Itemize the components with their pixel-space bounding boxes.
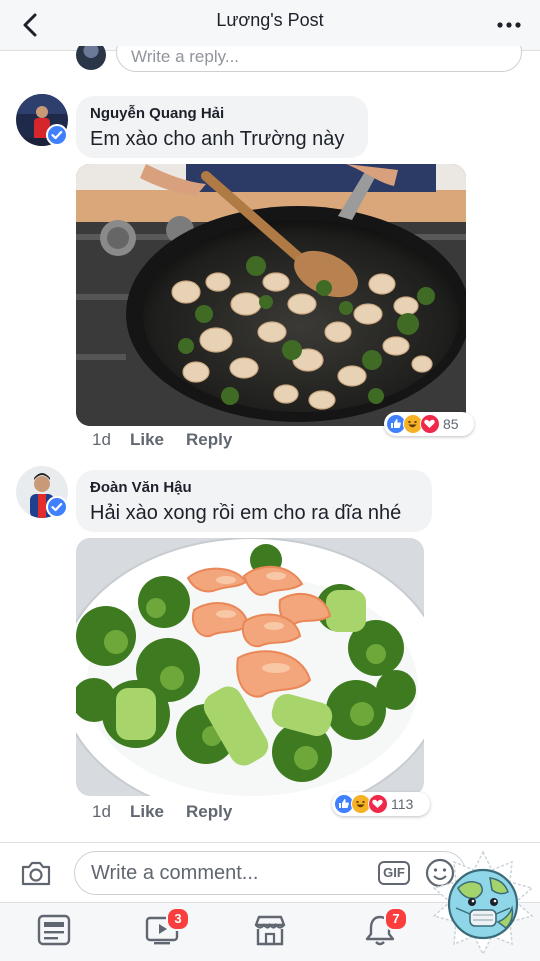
reactions-summary[interactable]: 85 [384,412,474,436]
comment-text: Hải xào xong rồi em cho ra dĩa nhé [90,502,402,524]
reactions-summary[interactable]: 113 [332,792,430,816]
marketplace-icon [254,915,286,946]
comment-photo-shrimp-broccoli[interactable] [76,538,424,796]
gif-button[interactable]: GIF [378,861,410,885]
like-button[interactable]: Like [130,430,164,450]
comment-text: Em xào cho anh Trường này [90,128,345,150]
earth-mask-sticker-icon [432,850,534,956]
tab-notifications[interactable]: 7 [362,907,408,951]
comment-photo-shrimp-pan[interactable] [76,164,466,426]
verified-badge-icon [46,496,68,518]
like-button[interactable]: Like [130,802,164,822]
more-options-icon[interactable] [496,14,522,36]
news-feed-icon [37,914,71,946]
verified-badge-icon [46,124,68,146]
current-user-avatar [76,46,106,70]
top-bar: Lương's Post [0,0,540,51]
comment-bubble: Đoàn Văn Hậu Hải xào xong rồi em cho ra … [76,470,432,532]
watch-badge: 3 [166,907,190,931]
comment-age: 1d [92,430,111,449]
reply-button[interactable]: Reply [186,802,232,822]
comment-bubble: Nguyễn Quang Hải Em xào cho anh Trường n… [76,96,368,158]
reaction-count: 113 [391,796,414,812]
comment-author[interactable]: Nguyễn Quang Hải [90,104,354,124]
comment-author[interactable]: Đoàn Văn Hậu [90,478,418,498]
tab-watch[interactable]: 3 [144,907,190,951]
reply-button[interactable]: Reply [186,430,232,450]
camera-icon[interactable] [20,859,52,887]
reply-input[interactable]: Write a reply... [116,46,522,72]
comment-age: 1d [92,802,111,821]
tab-news-feed[interactable] [36,913,76,951]
love-icon [420,414,440,434]
page-title: Lương's Post [216,10,324,30]
love-icon [368,794,388,814]
tab-marketplace[interactable] [252,913,292,951]
reply-row: Write a reply... [0,46,540,86]
notifications-badge: 7 [384,907,408,931]
comment-actions: 1d Like Reply [92,430,392,454]
reaction-count: 85 [443,416,459,432]
